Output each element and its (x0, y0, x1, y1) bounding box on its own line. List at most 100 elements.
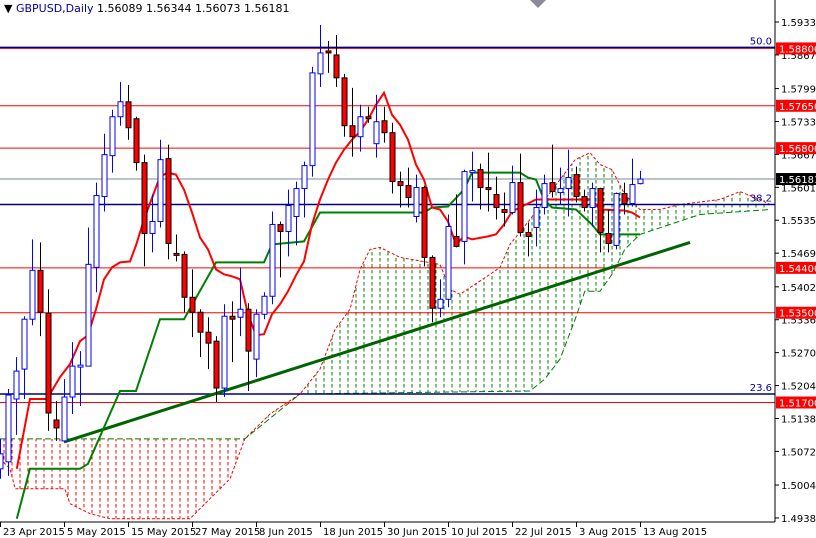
candle (29, 239, 36, 326)
bear-candle-body (517, 182, 524, 233)
bull-candle-body (469, 170, 476, 174)
cloud-segment (56, 438, 58, 489)
price-chart[interactable]: 50.038.223.6 1.593301.586701.579951.5733… (0, 0, 816, 538)
cloud-segment (140, 438, 142, 519)
cloud-segment (102, 438, 104, 518)
cloud-segment (336, 325, 338, 394)
cloud-segment (126, 438, 128, 519)
price-tick-label: 1.57335 (781, 117, 816, 128)
bull-candle-body (5, 394, 12, 463)
candle (189, 269, 196, 338)
bear-candle-body (181, 253, 188, 298)
cloud-segment (314, 374, 316, 394)
price-tick-label: 1.51380 (781, 414, 816, 425)
cloud-segment (700, 201, 702, 215)
cloud-segment (328, 342, 330, 394)
cloud-segment (150, 438, 152, 519)
bear-candle-body (245, 308, 252, 352)
bear-candle-body (165, 158, 172, 244)
cloud-segment (40, 438, 42, 489)
cloud-segment (452, 290, 454, 393)
candle (445, 214, 452, 308)
cloud-segment (362, 261, 364, 394)
bull-candle-body (637, 178, 644, 185)
cloud-segment (402, 257, 404, 393)
cloud-segment (310, 379, 312, 394)
bull-candle-body (509, 182, 516, 214)
bear-candle-body (213, 340, 220, 389)
level-price-label: 1.57650 (779, 102, 816, 113)
cloud-segment (480, 279, 482, 392)
bear-candle-body (277, 223, 284, 232)
cloud-segment (36, 438, 38, 489)
bull-candle-body (29, 269, 36, 320)
candle (293, 181, 300, 246)
candle (253, 309, 260, 378)
candle (333, 34, 340, 87)
candle (357, 104, 364, 152)
date-tick-label: 23 Apr 2015 (3, 527, 65, 538)
cloud-segment (656, 209, 658, 230)
cloud-segment (736, 192, 738, 212)
cloud-segment (646, 209, 648, 233)
cloud-segment (208, 438, 210, 501)
candle (197, 309, 204, 358)
bull-candle-body (101, 154, 108, 198)
candle (21, 316, 28, 400)
bear-candle-body (477, 169, 484, 189)
cloud-segment (128, 438, 130, 519)
bear-candle-body (229, 315, 236, 320)
cloud-segment (716, 199, 718, 214)
cloud-segment (370, 249, 372, 394)
bull-candle-body (149, 220, 156, 234)
cloud-segment (706, 201, 708, 215)
bear-candle-body (381, 120, 388, 134)
cloud-segment (48, 438, 50, 489)
cloud-segment (538, 206, 540, 385)
candle (85, 227, 92, 367)
bear-candle-body (429, 256, 436, 309)
cloud-segment (514, 236, 516, 392)
cloud-segment (306, 384, 308, 394)
cloud-segment (218, 438, 220, 491)
candle (109, 109, 116, 173)
cloud-segment (338, 322, 340, 394)
cloud-segment (556, 182, 558, 365)
bull-candle-body (629, 184, 636, 205)
bear-candle-body (573, 174, 580, 198)
candle (133, 116, 140, 171)
bull-candle-body (357, 116, 364, 138)
cloud-segment (610, 168, 612, 278)
cloud-segment (72, 438, 74, 506)
cloud-segment (710, 200, 712, 214)
cloud-segment (350, 301, 352, 394)
cloud-segment (110, 438, 112, 519)
candle (117, 81, 124, 126)
candle (397, 171, 404, 208)
shift-marker-icon[interactable] (530, 0, 546, 8)
cloud-segment (676, 205, 678, 223)
cloud-segment (486, 275, 488, 392)
cloud-segment (384, 249, 386, 393)
bear-candle-body (605, 232, 612, 244)
bull-candle-body (557, 188, 564, 194)
cloud-segment (148, 438, 150, 519)
cloud-segment (468, 287, 470, 392)
cloud-segment (60, 438, 62, 489)
price-tick-label: 1.54020 (781, 283, 816, 294)
bull-candle-body (269, 223, 276, 297)
candle (381, 106, 388, 143)
cloud-segment (708, 200, 710, 214)
bear-candle-body (141, 162, 148, 234)
candle (301, 161, 308, 218)
cloud-segment (652, 209, 654, 231)
price-tick-label: 1.55355 (781, 216, 816, 227)
cloud-segment (32, 438, 34, 489)
cloud-segment (228, 438, 230, 481)
cloud-segment (414, 259, 416, 393)
current-price-label: 1.56181 (779, 175, 816, 186)
cloud-segment (392, 253, 394, 393)
cloud-segment (494, 270, 496, 392)
cloud-segment (408, 258, 410, 393)
bull-candle-body (413, 187, 420, 217)
